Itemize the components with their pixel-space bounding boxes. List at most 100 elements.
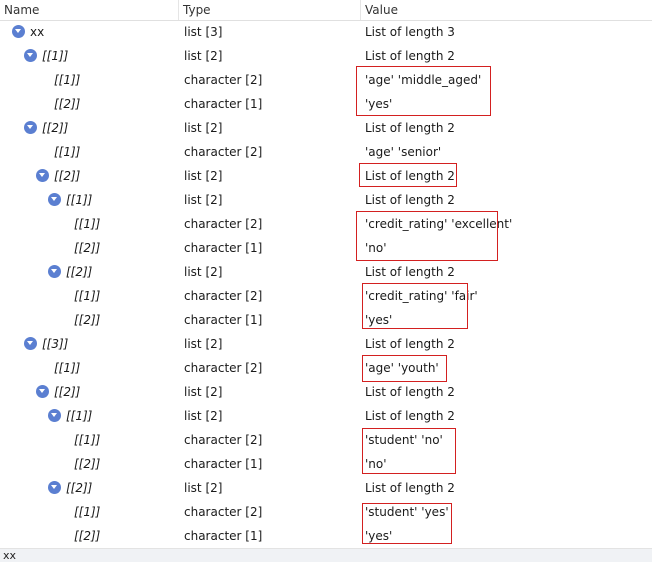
column-header-type[interactable]: Type xyxy=(178,0,360,20)
row-name: [[1]] xyxy=(66,193,93,207)
expand-toggle-icon[interactable] xyxy=(24,49,37,62)
row-name: [[1]] xyxy=(74,289,101,303)
row-type: list [2] xyxy=(184,337,223,351)
row-type: list [2] xyxy=(184,121,223,135)
row-type: list [2] xyxy=(184,409,223,423)
row-name: [[1]] xyxy=(54,145,81,159)
tree-row[interactable]: [[2]] character [1] 'no' xyxy=(0,236,652,260)
row-name: [[2]] xyxy=(66,481,93,495)
expand-toggle-icon[interactable] xyxy=(48,265,61,278)
row-name: [[2]] xyxy=(66,265,93,279)
row-value: List of length 3 xyxy=(365,25,455,39)
row-value: List of length 2 xyxy=(365,481,455,495)
column-header-value[interactable]: Value xyxy=(360,0,652,20)
row-name: [[2]] xyxy=(54,385,81,399)
tree-row[interactable]: [[2]] list [2] List of length 2 xyxy=(0,164,652,188)
expand-toggle-icon[interactable] xyxy=(36,385,49,398)
row-type: list [3] xyxy=(184,25,223,39)
expand-toggle-icon[interactable] xyxy=(24,121,37,134)
tree-row[interactable]: [[1]] list [2] List of length 2 xyxy=(0,44,652,68)
expand-toggle-icon[interactable] xyxy=(48,481,61,494)
row-name: [[1]] xyxy=(42,49,69,63)
tree-row[interactable]: [[2]] character [1] 'yes' xyxy=(0,92,652,116)
row-value: 'student' 'yes' xyxy=(365,505,449,519)
tree-row[interactable]: [[2]] list [2] List of length 2 xyxy=(0,260,652,284)
tree-row[interactable]: [[1]] character [2] 'credit_rating' 'fair' xyxy=(0,284,652,308)
row-type: list [2] xyxy=(184,49,223,63)
row-type: character [2] xyxy=(184,145,263,159)
row-value: 'credit_rating' 'excellent' xyxy=(365,217,513,231)
row-name: [[1]] xyxy=(54,361,81,375)
row-type: character [2] xyxy=(184,217,263,231)
row-type: character [2] xyxy=(184,289,263,303)
row-type: character [2] xyxy=(184,433,263,447)
expand-toggle-icon[interactable] xyxy=(12,25,25,38)
row-name: [[2]] xyxy=(74,529,101,543)
row-value: 'yes' xyxy=(365,313,393,327)
row-value: 'yes' xyxy=(365,529,393,543)
expand-toggle-icon[interactable] xyxy=(48,193,61,206)
expand-toggle-icon[interactable] xyxy=(24,337,37,350)
tree-row[interactable]: [[2]] character [1] 'yes' xyxy=(0,524,652,548)
row-name: [[1]] xyxy=(74,433,101,447)
column-header: Name Type Value xyxy=(0,0,652,21)
row-type: list [2] xyxy=(184,385,223,399)
tree-row[interactable]: [[1]] list [2] List of length 2 xyxy=(0,188,652,212)
row-value: 'credit_rating' 'fair' xyxy=(365,289,478,303)
tree-row[interactable]: xx list [3] List of length 3 xyxy=(0,20,652,44)
row-value: 'age' 'senior' xyxy=(365,145,442,159)
row-value: 'student' 'no' xyxy=(365,433,443,447)
row-type: character [1] xyxy=(184,313,263,327)
tree-row[interactable]: [[1]] character [2] 'credit_rating' 'excel… xyxy=(0,212,652,236)
tree-row[interactable]: [[1]] character [2] 'age' 'senior' xyxy=(0,140,652,164)
row-name: [[2]] xyxy=(74,457,101,471)
row-name: xx xyxy=(30,25,45,39)
tree-row[interactable]: [[1]] character [2] 'age' 'middle_aged' xyxy=(0,68,652,92)
row-type: character [2] xyxy=(184,505,263,519)
tree-row[interactable]: [[1]] character [2] 'student' 'yes' xyxy=(0,500,652,524)
tree-row[interactable]: [[1]] character [2] 'student' 'no' xyxy=(0,428,652,452)
row-value: List of length 2 xyxy=(365,169,455,183)
tree-row[interactable]: [[2]] list [2] List of length 2 xyxy=(0,476,652,500)
row-type: list [2] xyxy=(184,481,223,495)
row-type: character [1] xyxy=(184,529,263,543)
tree-row[interactable]: [[1]] list [2] List of length 2 xyxy=(0,404,652,428)
tree-row[interactable]: [[2]] list [2] List of length 2 xyxy=(0,116,652,140)
row-name: [[1]] xyxy=(66,409,93,423)
status-bar: xx xyxy=(0,548,652,562)
row-name: [[1]] xyxy=(54,73,81,87)
row-name: [[2]] xyxy=(42,121,69,135)
row-name: [[2]] xyxy=(54,169,81,183)
tree-row[interactable]: [[2]] character [1] 'yes' xyxy=(0,308,652,332)
row-value: 'no' xyxy=(365,241,387,255)
row-value: List of length 2 xyxy=(365,337,455,351)
tree-row[interactable]: [[1]] character [2] 'age' 'youth' xyxy=(0,356,652,380)
row-value: 'age' 'youth' xyxy=(365,361,439,375)
row-type: character [1] xyxy=(184,457,263,471)
row-type: list [2] xyxy=(184,169,223,183)
row-value: List of length 2 xyxy=(365,265,455,279)
tree-row[interactable]: [[2]] character [1] 'no' xyxy=(0,452,652,476)
row-type: character [2] xyxy=(184,361,263,375)
row-value: List of length 2 xyxy=(365,193,455,207)
row-value: 'yes' xyxy=(365,97,393,111)
row-value: 'no' xyxy=(365,457,387,471)
expand-toggle-icon[interactable] xyxy=(48,409,61,422)
tree-row[interactable]: [[2]] list [2] List of length 2 xyxy=(0,380,652,404)
row-type: character [1] xyxy=(184,97,263,111)
row-value: List of length 2 xyxy=(365,49,455,63)
column-header-name[interactable]: Name xyxy=(0,0,178,20)
row-type: list [2] xyxy=(184,193,223,207)
row-name: [[1]] xyxy=(74,217,101,231)
row-type: list [2] xyxy=(184,265,223,279)
row-name: [[2]] xyxy=(74,241,101,255)
row-value: List of length 2 xyxy=(365,385,455,399)
row-name: [[2]] xyxy=(74,313,101,327)
row-type: character [2] xyxy=(184,73,263,87)
row-name: [[2]] xyxy=(54,97,81,111)
row-name: [[3]] xyxy=(42,337,69,351)
row-type: character [1] xyxy=(184,241,263,255)
expand-toggle-icon[interactable] xyxy=(36,169,49,182)
tree-row[interactable]: [[3]] list [2] List of length 2 xyxy=(0,332,652,356)
row-value: 'age' 'middle_aged' xyxy=(365,73,482,87)
